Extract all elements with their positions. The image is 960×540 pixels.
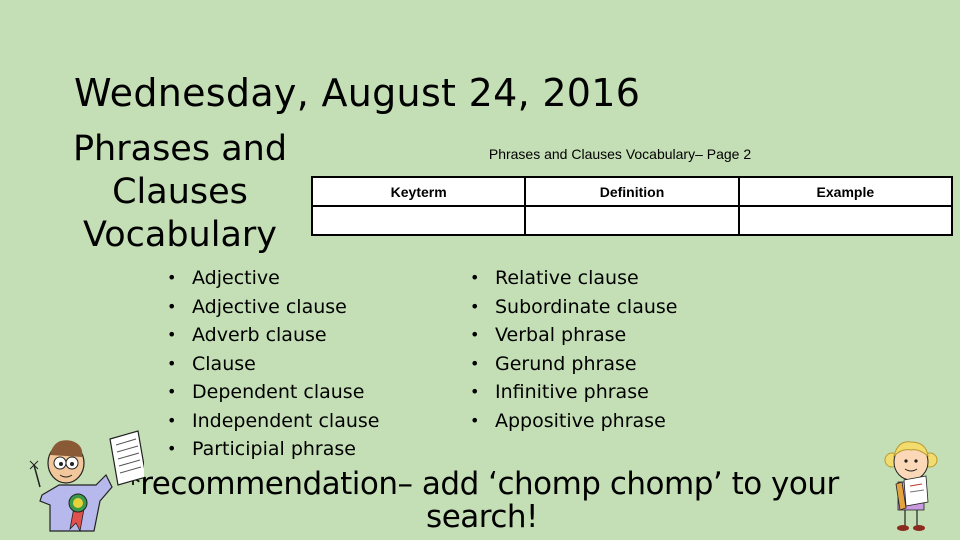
term-label: Adverb clause [192,324,327,346]
list-item: • Relative clause [470,264,677,293]
bullet-icon: • [167,382,177,401]
term-label: Adjective clause [192,295,347,318]
list-item: • Adjective clause [167,293,379,322]
list-item: • Appositive phrase [470,407,677,436]
term-list-left: • Adjective • Adjective clause • Adverb claus… [167,264,379,464]
table-row [310,205,954,236]
term-label: Participial phrase [192,438,356,460]
term-label: Adjective [192,267,280,289]
term-label: Verbal phrase [495,324,627,346]
bullet-icon: • [167,268,177,287]
bullet-icon: • [470,296,480,316]
term-label: Subordinate clause [495,295,678,318]
bullet-icon: • [470,353,480,373]
table-cell-definition [524,205,740,236]
column-header-example: Example [737,176,954,207]
column-header-definition: Definition [524,176,740,207]
paper-icon [109,430,144,486]
term-list-right: • Relative clause • Subordinate clause • Verb… [470,264,677,435]
term-label: Independent clause [192,409,380,432]
term-label: Appositive phrase [495,409,666,432]
list-item: • Clause [167,350,379,379]
table-header-row: Keyterm Definition Example [310,176,954,207]
list-item: • Subordinate clause [470,293,677,322]
bullet-icon: • [167,296,177,316]
list-item: • Adverb clause [167,321,379,350]
girl-with-book-clipart [884,441,938,531]
list-item: • Gerund phrase [470,350,677,379]
list-item: • Verbal phrase [470,321,677,350]
list-item: • Participial phrase [167,435,379,464]
list-item: • Dependent clause [167,378,379,407]
list-item: • Independent clause [167,407,379,436]
vocabulary-table: Keyterm Definition Example [310,176,954,236]
column-header-keyterm: Keyterm [310,176,527,207]
bullet-icon: • [167,325,177,344]
list-item: • Adjective [167,264,379,293]
bullet-icon: • [167,410,177,430]
bullet-icon: • [470,382,480,401]
table-cell-keyterm [310,205,527,236]
table-cell-example [737,205,954,236]
book-icon [903,475,929,507]
term-label: Relative clause [495,267,639,289]
term-label: Clause [192,352,256,375]
recommendation-note: *recommendation– add ‘chomp chomp’ to yo… [125,466,839,535]
bullet-icon: • [470,325,480,344]
date-title: Wednesday, August 24, 2016 [74,71,641,115]
boy-with-award-clipart [29,430,144,533]
worksheet-caption: Phrases and Clauses Vocabulary– Page 2 [488,146,752,162]
bullet-icon: • [470,268,480,287]
bullet-icon: • [470,410,480,430]
slide-title: Phrases and Clauses Vocabulary [72,129,288,255]
term-label: Dependent clause [192,381,365,403]
list-item: • Infinitive phrase [470,378,677,407]
term-label: Infinitive phrase [495,381,649,403]
bullet-icon: • [167,439,177,458]
bullet-icon: • [167,353,177,373]
term-label: Gerund phrase [495,352,637,375]
